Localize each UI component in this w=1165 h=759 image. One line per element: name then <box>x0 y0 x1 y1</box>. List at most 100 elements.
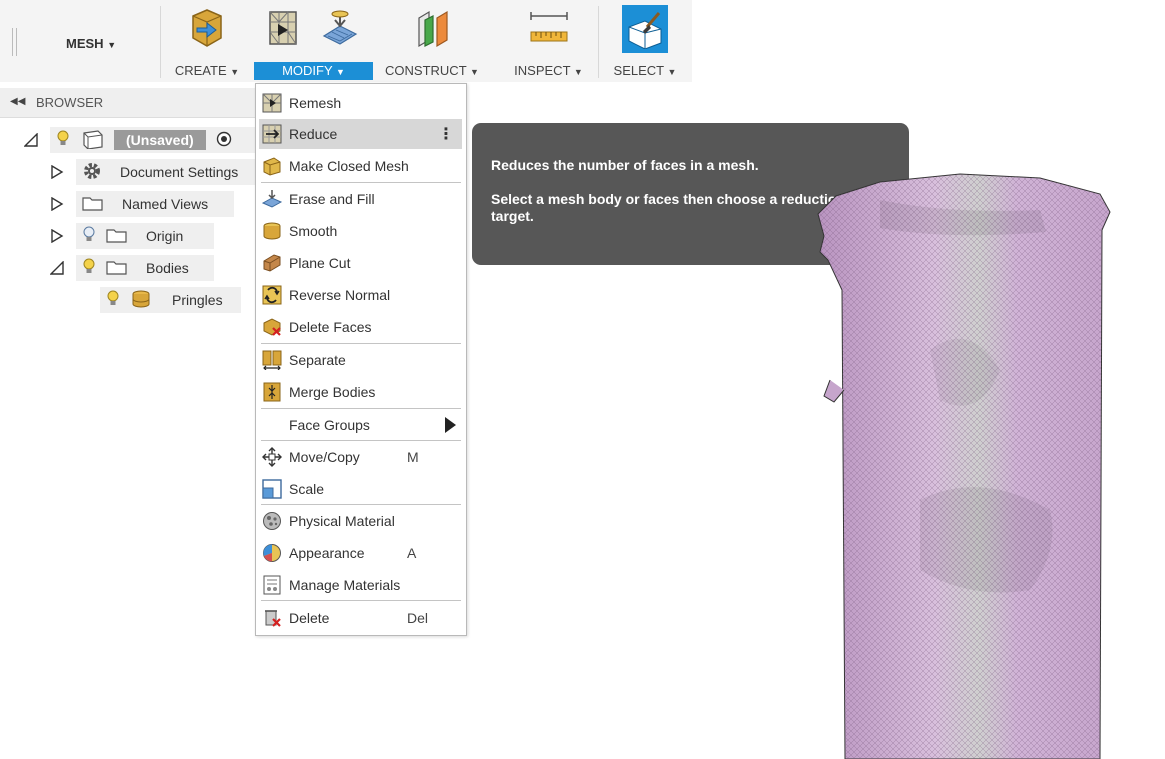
tree-label: Origin <box>146 228 184 244</box>
gear-icon <box>82 161 102 184</box>
mesh-body-icon <box>130 289 152 312</box>
collapsed-triangle-icon[interactable] <box>50 229 64 243</box>
menu-item-delete[interactable]: Delete Del <box>259 603 462 633</box>
menu-divider <box>261 182 461 183</box>
lightbulb-icon[interactable] <box>82 258 96 279</box>
shortcut-label: M <box>407 449 419 465</box>
browser-title: BROWSER <box>36 95 104 110</box>
menu-item-scale[interactable]: Scale <box>259 474 462 504</box>
tree-row-named-views[interactable]: Named Views <box>50 191 234 217</box>
select-menu-button[interactable]: SELECT ▼ <box>602 0 688 82</box>
construct-menu-button[interactable]: CONSTRUCT ▼ <box>377 0 487 82</box>
menu-item-manage-materials[interactable]: Manage Materials <box>259 570 462 600</box>
plane-cut-icon <box>261 252 283 274</box>
tree-row-document-settings[interactable]: Document Settings <box>50 159 258 185</box>
tree-row-pringles[interactable]: Pringles <box>100 287 241 313</box>
document-name: (Unsaved) <box>114 130 206 150</box>
reverse-normal-icon <box>261 284 283 306</box>
menu-item-make-closed-mesh[interactable]: Make Closed Mesh <box>259 151 462 181</box>
menu-item-smooth[interactable]: Smooth <box>259 216 462 246</box>
create-menu-button[interactable]: CREATE ▼ <box>162 0 252 82</box>
collapse-panel-icon[interactable]: ◀◀ <box>10 96 25 107</box>
chevron-down-icon: ▼ <box>470 67 479 77</box>
modify-smooth-icon <box>318 6 362 50</box>
delete-faces-icon <box>261 316 283 338</box>
menu-item-reverse-normal[interactable]: Reverse Normal <box>259 280 462 310</box>
menu-divider <box>261 408 461 409</box>
create-icon <box>185 6 229 50</box>
menu-item-reduce[interactable]: Reduce ⋮ <box>259 119 462 149</box>
modify-dropdown-menu: Remesh Reduce ⋮ Make Closed Mesh Erase a… <box>255 83 467 636</box>
toolbar: MESH ▼ CREATE ▼ MODIFY ▼ CONSTRUCT ▼ INS… <box>0 0 692 82</box>
menu-item-merge-bodies[interactable]: Merge Bodies <box>259 377 462 407</box>
collapsed-triangle-icon[interactable] <box>50 197 64 211</box>
appearance-icon <box>261 542 283 564</box>
lightbulb-icon[interactable] <box>106 290 120 311</box>
menu-item-plane-cut[interactable]: Plane Cut <box>259 248 462 278</box>
workspace-switcher[interactable]: MESH ▼ <box>66 36 116 51</box>
folder-icon <box>82 194 104 215</box>
submenu-arrow-icon <box>445 417 456 433</box>
tree-row-bodies[interactable]: Bodies <box>50 255 214 281</box>
shortcut-label: A <box>407 545 417 561</box>
toolbar-grip[interactable] <box>12 28 17 56</box>
more-options-icon[interactable]: ⋮ <box>438 124 454 144</box>
merge-bodies-icon <box>261 381 283 403</box>
toolbar-divider <box>160 6 161 78</box>
separate-icon <box>261 349 283 371</box>
chevron-down-icon: ▼ <box>107 40 117 50</box>
inspect-menu-button[interactable]: INSPECT ▼ <box>507 0 590 82</box>
chevron-down-icon: ▼ <box>230 67 240 77</box>
modify-label: MODIFY <box>282 63 333 78</box>
make-closed-mesh-icon <box>261 155 283 177</box>
expanded-triangle-icon[interactable] <box>50 261 64 275</box>
tree-label: Bodies <box>146 260 189 276</box>
tree-label: Pringles <box>172 292 223 308</box>
toolbar-divider <box>598 6 599 78</box>
manage-materials-icon <box>261 574 283 596</box>
menu-divider <box>261 600 461 601</box>
mesh-body-pringles[interactable] <box>800 170 1120 759</box>
chevron-down-icon: ▼ <box>573 67 583 77</box>
menu-divider <box>261 440 461 441</box>
menu-divider <box>261 343 461 344</box>
select-label: SELECT <box>613 63 664 78</box>
browser-header[interactable]: ◀◀ BROWSER <box>0 88 256 118</box>
menu-item-separate[interactable]: Separate <box>259 345 462 375</box>
expanded-triangle-icon[interactable] <box>24 133 38 147</box>
workspace-label: MESH <box>66 36 104 51</box>
menu-item-move-copy[interactable]: Move/Copy M <box>259 442 462 472</box>
modify-menu-button[interactable]: MODIFY ▼ <box>254 0 373 82</box>
reduce-icon <box>261 123 283 145</box>
create-label: CREATE <box>174 63 227 78</box>
tree-label: Named Views <box>122 196 209 212</box>
select-brush-icon <box>622 5 668 53</box>
smooth-icon <box>261 220 283 242</box>
lightbulb-off-icon[interactable] <box>82 226 96 247</box>
menu-item-delete-faces[interactable]: Delete Faces <box>259 312 462 342</box>
move-copy-icon <box>261 446 283 468</box>
menu-item-appearance[interactable]: Appearance A <box>259 538 462 568</box>
menu-item-face-groups[interactable]: Face Groups <box>259 410 462 440</box>
activate-radio-icon[interactable] <box>216 131 232 150</box>
scale-icon <box>261 478 283 500</box>
erase-fill-icon <box>261 188 283 210</box>
tree-row-document[interactable]: (Unsaved) <box>24 127 262 153</box>
tree-row-origin[interactable]: Origin <box>50 223 214 249</box>
folder-icon <box>106 258 128 279</box>
lightbulb-icon[interactable] <box>56 130 70 151</box>
component-icon <box>80 129 104 152</box>
modify-remesh-icon <box>262 6 306 50</box>
collapsed-triangle-icon[interactable] <box>50 165 64 179</box>
tree-label: Document Settings <box>120 164 239 180</box>
menu-divider <box>261 504 461 505</box>
folder-icon <box>106 226 128 247</box>
construct-label: CONSTRUCT <box>385 63 467 78</box>
shortcut-label: Del <box>407 610 429 626</box>
measure-ruler-icon <box>527 6 571 50</box>
menu-item-erase-and-fill[interactable]: Erase and Fill <box>259 184 462 214</box>
menu-item-physical-material[interactable]: Physical Material <box>259 506 462 536</box>
delete-icon <box>261 607 283 629</box>
inspect-label: INSPECT <box>514 63 571 78</box>
menu-item-remesh[interactable]: Remesh <box>259 88 462 118</box>
